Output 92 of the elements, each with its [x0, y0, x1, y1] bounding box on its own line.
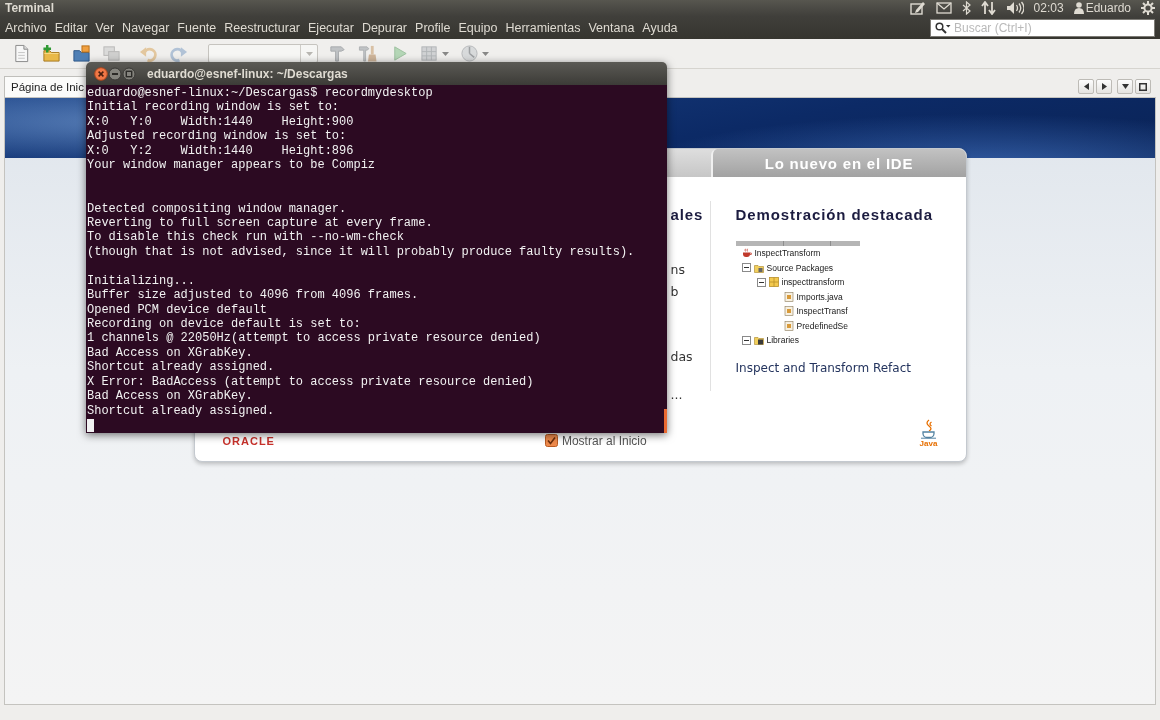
menu-item[interactable]: Ayuda	[638, 19, 682, 36]
document-icon[interactable]	[12, 44, 31, 63]
library-icon	[753, 335, 764, 346]
terminal-line: Bad Access on XGrabKey.	[87, 345, 253, 361]
close-icon[interactable]	[94, 66, 108, 81]
terminal-line: Adjusted recording window is set to:	[87, 129, 347, 144]
terminal-line: Initializing...	[87, 273, 196, 289]
terminal-line: Shortcut already assigned.	[87, 403, 275, 419]
section-heading: Demostración destacada	[735, 206, 933, 224]
terminal-line: X Error: BadAccess (attempt to access private resource denied)	[87, 374, 534, 390]
search-icon[interactable]	[935, 21, 951, 34]
user-icon[interactable]	[1073, 2, 1084, 14]
terminal-line: Bad Access on XGrabKey.	[87, 389, 253, 404]
square-icon[interactable]	[1139, 82, 1147, 91]
package-icon	[768, 277, 779, 288]
link[interactable]: ns	[670, 262, 685, 278]
link[interactable]: ...	[670, 387, 683, 403]
scroll-right-button[interactable]	[1096, 79, 1112, 94]
menu-item[interactable]: Editar	[50, 19, 92, 36]
maximize-icon[interactable]	[122, 66, 136, 81]
section-heading: ales	[670, 206, 704, 224]
link[interactable]: b	[670, 284, 679, 300]
demo-link[interactable]: Inspect and Transform Refact	[735, 360, 911, 376]
logo-text: ORACLE	[222, 434, 275, 447]
terminal-line: 1 channels @ 22050Hz(attempt to access private resource denied)	[87, 331, 541, 346]
tree-item-label: Source Packages	[766, 262, 834, 273]
terminal-line: To disable this check run with --no-wm-check	[87, 230, 404, 245]
search-field[interactable]: Buscar (Ctrl+I)	[930, 18, 1155, 37]
folder-icon[interactable]	[72, 44, 91, 63]
tree-item-label: Libraries	[766, 335, 800, 346]
coffee-cup-icon	[919, 419, 938, 439]
folder-icon	[753, 262, 764, 273]
minimize-icon[interactable]	[108, 66, 122, 81]
bluetooth-icon[interactable]	[961, 1, 971, 15]
right-arrow-icon[interactable]	[1101, 83, 1107, 90]
terminal-line: eduardo@esnef-linux:~/Descargas$ recordmydesktop	[87, 86, 433, 101]
tree-item-label: inspecttransform	[781, 277, 845, 288]
menu-item[interactable]: Herramientas	[501, 19, 585, 36]
user-name[interactable]: Eduardo	[1085, 1, 1131, 15]
terminal-line: Reverting to full screen capture at every frame.	[87, 215, 433, 231]
file-icon	[783, 320, 794, 331]
terminal-line: Your window manager appears to be Compiz	[87, 158, 376, 173]
caret-icon[interactable]	[442, 51, 449, 56]
logo-text: Java	[919, 439, 938, 448]
checkbox-label: Mostrar al Inicio	[561, 433, 647, 448]
menu-item[interactable]: Ventana	[584, 19, 639, 36]
terminal-line: X:0 Y:0 Width:1440 Height:900	[87, 114, 354, 130]
menu-item[interactable]: Profile	[411, 19, 455, 36]
up-down-arrows-icon[interactable]	[980, 1, 996, 15]
file-icon	[783, 291, 794, 302]
maximize-button[interactable]	[1135, 79, 1151, 94]
mail-icon[interactable]	[935, 2, 952, 14]
clock[interactable]: 02:03	[1033, 1, 1064, 15]
volume-icon[interactable]	[1005, 1, 1024, 15]
menu-item[interactable]: Fuente	[173, 19, 221, 36]
menu-item[interactable]: Equipo	[454, 19, 502, 36]
menu-item[interactable]: Navegar	[118, 19, 174, 36]
text-cursor	[87, 419, 94, 433]
tab-list-button[interactable]	[1117, 79, 1133, 94]
dropdown-icon	[305, 51, 313, 56]
menu-item[interactable]: Archivo	[1, 19, 51, 36]
terminal-line: Shortcut already assigned.	[87, 360, 275, 375]
terminal-line: Recording on device default is set to:	[87, 317, 361, 332]
window-title: eduardo@esnef-linux: ~/Descargas	[147, 66, 348, 81]
cup-icon	[741, 248, 752, 259]
menu-item[interactable]: Ejecutar	[304, 19, 358, 36]
link[interactable]: das	[670, 349, 693, 365]
scroll-left-button[interactable]	[1078, 79, 1094, 94]
gear-icon[interactable]	[1141, 1, 1155, 15]
file-icon	[783, 306, 794, 317]
menu-item[interactable]: Ver	[91, 19, 119, 36]
terminal-line: Opened PCM device default	[87, 302, 268, 317]
menu-item[interactable]: Depurar	[357, 19, 412, 36]
down-arrow-icon[interactable]	[1121, 84, 1129, 89]
caret-icon[interactable]	[482, 51, 489, 56]
editor-tab[interactable]: Página de Inic	[4, 76, 86, 97]
tree-item-label: InspectTransform	[754, 248, 821, 259]
scrollbar-thumb[interactable]	[664, 409, 667, 433]
folder-plus-icon[interactable]	[42, 44, 61, 63]
terminal-line: (though that is not advised, since it will probably produce faulty results).	[87, 244, 635, 260]
terminal-line: Detected compositing window manager.	[87, 201, 347, 216]
terminal-line: Buffer size adjusted to 4096 from 4096 frames.	[87, 288, 419, 303]
tree-item-label: InspectTransf	[796, 306, 848, 317]
left-arrow-icon[interactable]	[1083, 83, 1089, 90]
terminal-line: X:0 Y:2 Width:1440 Height:896	[87, 143, 354, 159]
edit-icon[interactable]	[909, 1, 926, 15]
tree-item-label: PredefinedSe	[796, 320, 848, 331]
terminal-line: Initial recording window is set to:	[87, 100, 340, 115]
checkbox[interactable]	[544, 434, 558, 447]
tree-item-label: Imports.java	[796, 291, 843, 302]
app-title: Terminal	[5, 1, 55, 15]
menu-item[interactable]: Reestructurar	[220, 19, 304, 36]
